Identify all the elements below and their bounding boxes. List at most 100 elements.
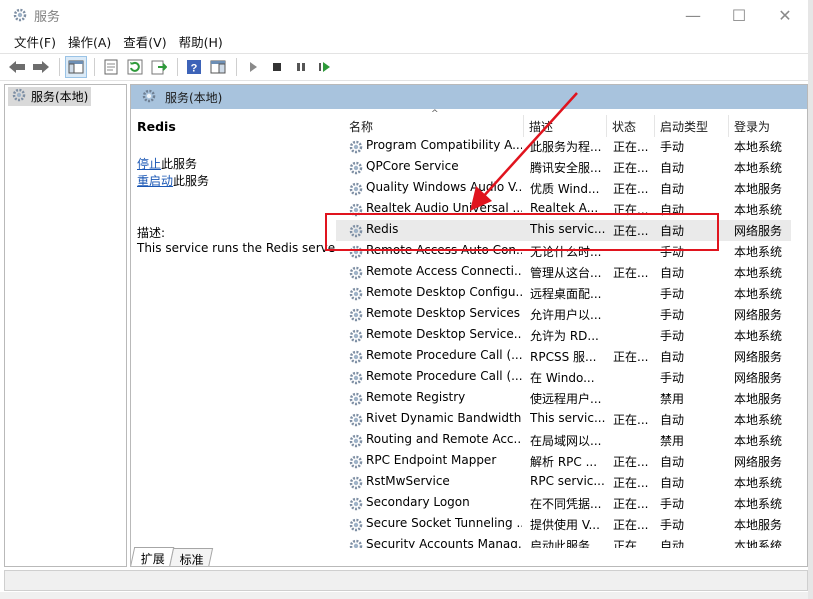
restart-icon[interactable] [314, 56, 336, 78]
refresh-icon[interactable] [124, 56, 146, 78]
cell-name: Remote Procedure Call (... [366, 369, 522, 383]
cell-name: Secure Socket Tunneling ... [366, 516, 522, 530]
cell-startup-type: 自动 [660, 476, 685, 490]
service-gear-icon [348, 370, 364, 386]
menu-action[interactable]: 操作(A) [62, 32, 117, 51]
show-pane-icon[interactable] [207, 56, 229, 78]
menu-bar: 文件(F) 操作(A) 查看(V) 帮助(H) [0, 30, 808, 52]
tree-item-label: 服务(本地) [31, 90, 89, 104]
cell-status: 正在... [613, 161, 649, 175]
tab-standard[interactable]: 标准 [168, 548, 214, 567]
export-list-icon[interactable] [148, 56, 170, 78]
cell-status: 正在... [613, 140, 649, 154]
service-gear-icon [348, 349, 364, 365]
cell-status: 正在... [613, 266, 649, 280]
table-row[interactable]: Remote Desktop Service... 允许为 RD... 手动 本地系统 [336, 325, 791, 346]
cell-log-on-as: 本地服务 [734, 182, 783, 196]
service-gear-icon [348, 286, 364, 302]
window-title: 服务 [34, 9, 61, 25]
pause-icon[interactable] [290, 56, 312, 78]
column-header-log-on-as[interactable]: 登录为 [734, 118, 770, 135]
cell-description: 使远程用户... [530, 392, 602, 406]
tab-standard-label: 标准 [179, 553, 204, 567]
cell-log-on-as: 本地系统 [734, 161, 783, 175]
back-arrow-icon[interactable] [6, 56, 28, 78]
table-row[interactable]: Remote Procedure Call (... RPCSS 服... 正在..… [336, 346, 791, 367]
table-row[interactable]: Remote Procedure Call (... 在 Windo... 手动 网络… [336, 367, 791, 388]
play-icon[interactable] [242, 56, 264, 78]
cell-log-on-as: 本地系统 [734, 413, 783, 427]
toolbar-divider [236, 58, 237, 76]
cell-description: 在 Windo... [530, 371, 595, 385]
cell-description: 提供使用 V... [530, 518, 600, 532]
cell-description: This servic... [530, 411, 606, 425]
view-tabs: 扩展 标准 [131, 546, 807, 567]
cell-description: 远程桌面配... [530, 287, 602, 301]
services-app-icon [12, 7, 28, 23]
maximize-button[interactable]: ☐ [716, 0, 762, 30]
table-row[interactable]: Secondary Logon 在不同凭据... 正在... 手动 本地系统 [336, 493, 791, 514]
help-icon[interactable]: ? [183, 56, 205, 78]
cell-name: Secondary Logon [366, 495, 470, 509]
service-gear-icon [348, 496, 364, 512]
cell-name: RPC Endpoint Mapper [366, 453, 497, 467]
tab-extended[interactable]: 扩展 [131, 547, 175, 566]
cell-startup-type: 自动 [660, 161, 685, 175]
background-strip [0, 592, 808, 599]
close-button[interactable]: ✕ [762, 0, 808, 30]
menu-help[interactable]: 帮助(H) [173, 32, 229, 51]
cell-status: 正在... [613, 413, 649, 427]
table-row[interactable]: RstMwService RPC servic... 正在... 自动 本地系统 [336, 472, 791, 493]
table-row[interactable]: Remote Registry 使远程用户... 禁用 本地服务 [336, 388, 791, 409]
cell-status: 正在... [613, 476, 649, 490]
forward-arrow-icon[interactable] [30, 56, 52, 78]
service-gear-icon [348, 181, 364, 197]
table-row[interactable]: RPC Endpoint Mapper 解析 RPC ... 正在... 自动 网络服务 [336, 451, 791, 472]
cell-log-on-as: 网络服务 [734, 224, 783, 238]
description-label: 描述: [137, 226, 166, 240]
minimize-button[interactable]: — [670, 0, 716, 30]
cell-startup-type: 自动 [660, 182, 685, 196]
tree-item-services-local[interactable]: 服务(本地) [8, 87, 92, 106]
cell-startup-type: 禁用 [660, 392, 685, 406]
menu-view[interactable]: 查看(V) [117, 32, 172, 51]
restart-service-suffix: 此服务 [173, 174, 210, 188]
menu-file[interactable]: 文件(F) [8, 32, 62, 51]
cell-startup-type: 手动 [660, 518, 685, 532]
cell-description: 允许用户以... [530, 308, 602, 322]
table-row[interactable]: Rivet Dynamic Bandwidth... This servic...… [336, 409, 791, 430]
restart-service-link[interactable]: 重启动 [137, 174, 173, 188]
stop-service-link[interactable]: 停止 [137, 157, 161, 171]
service-gear-icon [348, 391, 364, 407]
table-row[interactable]: Remote Access Connecti... 管理从这台... 正在... 自动… [336, 262, 791, 283]
cell-description: 解析 RPC ... [530, 455, 598, 469]
cell-startup-type: 手动 [660, 287, 685, 301]
console-tree: 服务(本地) [4, 84, 127, 567]
cell-name: Rivet Dynamic Bandwidth... [366, 411, 522, 425]
sort-ascending-icon: ^ [431, 109, 439, 119]
background-edge [808, 0, 813, 599]
column-header-status[interactable]: 状态 [612, 118, 636, 135]
table-row[interactable]: Remote Desktop Services 允许用户以... 手动 网络服务 [336, 304, 791, 325]
table-row[interactable]: Remote Desktop Configu... 远程桌面配... 手动 本地系统 [336, 283, 791, 304]
cell-description: RPC servic... [530, 474, 605, 488]
table-row[interactable]: Routing and Remote Acc... 在局域网以... 禁用 本地系统 [336, 430, 791, 451]
service-gear-icon [348, 517, 364, 533]
cell-startup-type: 自动 [660, 350, 685, 364]
table-row[interactable]: Secure Socket Tunneling ... 提供使用 V... 正在..… [336, 514, 791, 535]
cell-name: RstMwService [366, 474, 450, 488]
column-header-startup-type[interactable]: 启动类型 [660, 118, 708, 135]
cell-log-on-as: 本地服务 [734, 392, 783, 406]
tab-extended-label: 扩展 [140, 552, 165, 566]
console-tree-icon[interactable] [65, 56, 87, 78]
column-header-name[interactable]: 名称 [349, 118, 373, 135]
cell-description: 在局域网以... [530, 434, 602, 448]
cell-log-on-as: 本地系统 [734, 434, 783, 448]
service-gear-icon [348, 433, 364, 449]
stop-icon[interactable] [266, 56, 288, 78]
properties-icon[interactable] [100, 56, 122, 78]
stop-service-suffix: 此服务 [161, 157, 198, 171]
toolbar-divider [59, 58, 60, 76]
cell-name: Remote Registry [366, 390, 466, 404]
cell-startup-type: 手动 [660, 329, 685, 343]
